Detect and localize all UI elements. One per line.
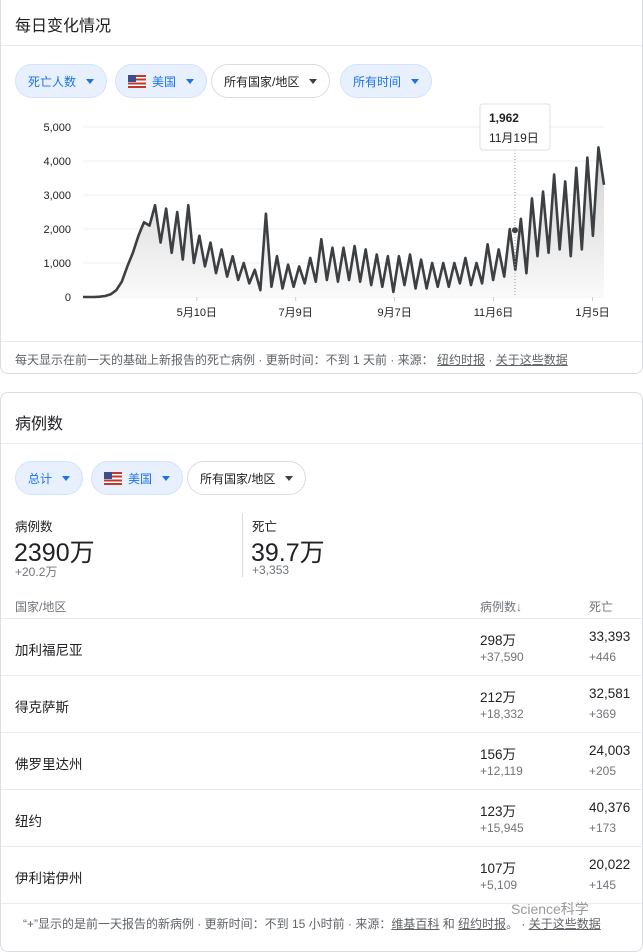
footer-text: 每天显示在前一天的基础上新报告的死亡病例 · 更新时间：不到 1 天前 · 来源… [15, 353, 434, 367]
area-fill [83, 147, 604, 297]
stat-divider [242, 513, 243, 577]
caret-down-icon [162, 475, 171, 481]
region-name: 加利福尼亚 [15, 643, 83, 658]
y-tick-label: 5,000 [43, 122, 71, 134]
cases-delta: +12,119 [480, 764, 523, 778]
cases-value: 212万 [480, 690, 517, 705]
tooltip-date: 11月19日 [489, 131, 539, 145]
deaths-delta: +205 [589, 764, 617, 778]
table-row[interactable]: 伊利诺伊州 107万 +5,109 20,022 +145 [1, 846, 643, 903]
cases-delta: +15,945 [480, 821, 524, 835]
table-row[interactable]: 佛罗里达州 156万 +12,119 24,003 +205 [1, 732, 643, 789]
cases-value: 107万 [480, 861, 517, 876]
watermark: Science科学 [511, 901, 589, 917]
deaths-value: 24,003 [589, 743, 631, 758]
region-name: 得克萨斯 [15, 700, 69, 715]
table-row[interactable]: 纽约 123万 +15,945 40,376 +173 [1, 789, 643, 846]
chip-label: 美国 [128, 471, 153, 486]
cases-value: 123万 [480, 804, 517, 819]
deaths-delta: +173 [589, 821, 617, 835]
y-tick-label: 2,000 [43, 224, 71, 236]
tooltip-value: 1,962 [489, 111, 519, 125]
y-tick-label: 0 [65, 292, 71, 304]
separator: · [485, 353, 496, 367]
country-dropdown[interactable]: 美国 [91, 461, 184, 495]
about-data-link[interactable]: 关于这些数据 [496, 353, 568, 367]
table-row[interactable]: 得克萨斯 212万 +18,332 32,581 +369 [1, 675, 643, 732]
cases-card: 病例数 总计 美国 所有国家/地区 病例数 2390万 +20.2万 死亡 39… [0, 392, 643, 952]
x-tick-label: 1月5日 [575, 307, 609, 319]
daily-footer: 每天显示在前一天的基础上新报告的死亡病例 · 更新时间：不到 1 天前 · 来源… [15, 351, 568, 368]
y-tick-label: 4,000 [43, 156, 71, 168]
deaths-stat-delta: +3,353 [252, 563, 290, 577]
wikipedia-link[interactable]: 维基百科 [391, 917, 439, 931]
cases-title: 病例数 [15, 416, 64, 433]
deaths-delta: +145 [589, 878, 617, 892]
daily-deaths-chart[interactable]: 0 1,000 2,000 3,000 4,000 5,000 5月10日 7月9日 9月7日 1… [1, 0, 643, 330]
nyt-link[interactable]: 纽约时报 [458, 917, 506, 931]
region-name: 伊利诺伊州 [15, 871, 83, 886]
cases-value: 156万 [480, 747, 517, 762]
y-tick-label: 1,000 [43, 258, 71, 270]
separator: 。 · [506, 917, 529, 931]
cases-value: 298万 [480, 633, 517, 648]
x-tick-label: 5月10日 [177, 307, 217, 319]
caret-down-icon [62, 475, 71, 481]
cases-delta: +18,332 [480, 707, 524, 721]
region-dropdown[interactable]: 所有国家/地区 [187, 461, 307, 495]
cases-delta: +37,590 [480, 650, 524, 664]
y-tick-label: 3,000 [43, 190, 71, 202]
daily-changes-card: 每日变化情况 死亡人数 美国 所有国家/地区 所有时间 0 1,000 2,000 3… [0, 0, 643, 374]
cases-delta: +5,109 [480, 878, 518, 892]
x-tick-label: 9月7日 [377, 307, 411, 319]
region-column-header: 国家/地区 [15, 600, 67, 614]
cases-column-header[interactable]: 病例数↓ [480, 598, 522, 615]
deaths-value: 40,376 [589, 800, 631, 815]
x-tick-label: 11月6日 [474, 307, 514, 319]
deaths-value: 32,581 [589, 686, 631, 701]
region-name: 佛罗里达州 [15, 757, 83, 772]
about-data-link[interactable]: 关于这些数据 [529, 917, 601, 931]
total-dropdown[interactable]: 总计 [15, 461, 84, 495]
deaths-column-header[interactable]: 死亡 [589, 598, 613, 615]
deaths-delta: +369 [589, 707, 617, 721]
x-tick-label: 7月9日 [279, 307, 313, 319]
divider [1, 443, 642, 444]
source-link[interactable]: 纽约时报 [437, 353, 485, 367]
deaths-value: 20,022 [589, 857, 631, 872]
deaths-delta: +446 [589, 650, 617, 664]
region-name: 纽约 [15, 814, 42, 829]
caret-down-icon [285, 475, 294, 481]
deaths-value: 33,393 [589, 629, 631, 644]
chip-label: 总计 [28, 471, 53, 486]
footer-text: “+”显示的是前一天报告的新病例 · 更新时间：不到 15 小时前 · 来源： [23, 917, 392, 931]
table-row[interactable]: 加利福尼亚 298万 +37,590 33,393 +446 [1, 618, 643, 675]
us-flag-icon [104, 471, 122, 485]
tooltip-point [511, 227, 518, 234]
divider [1, 341, 642, 342]
cases-stat-delta: +20.2万 [15, 565, 58, 579]
chip-label: 所有国家/地区 [200, 471, 276, 486]
conjunction: 和 [439, 917, 459, 931]
